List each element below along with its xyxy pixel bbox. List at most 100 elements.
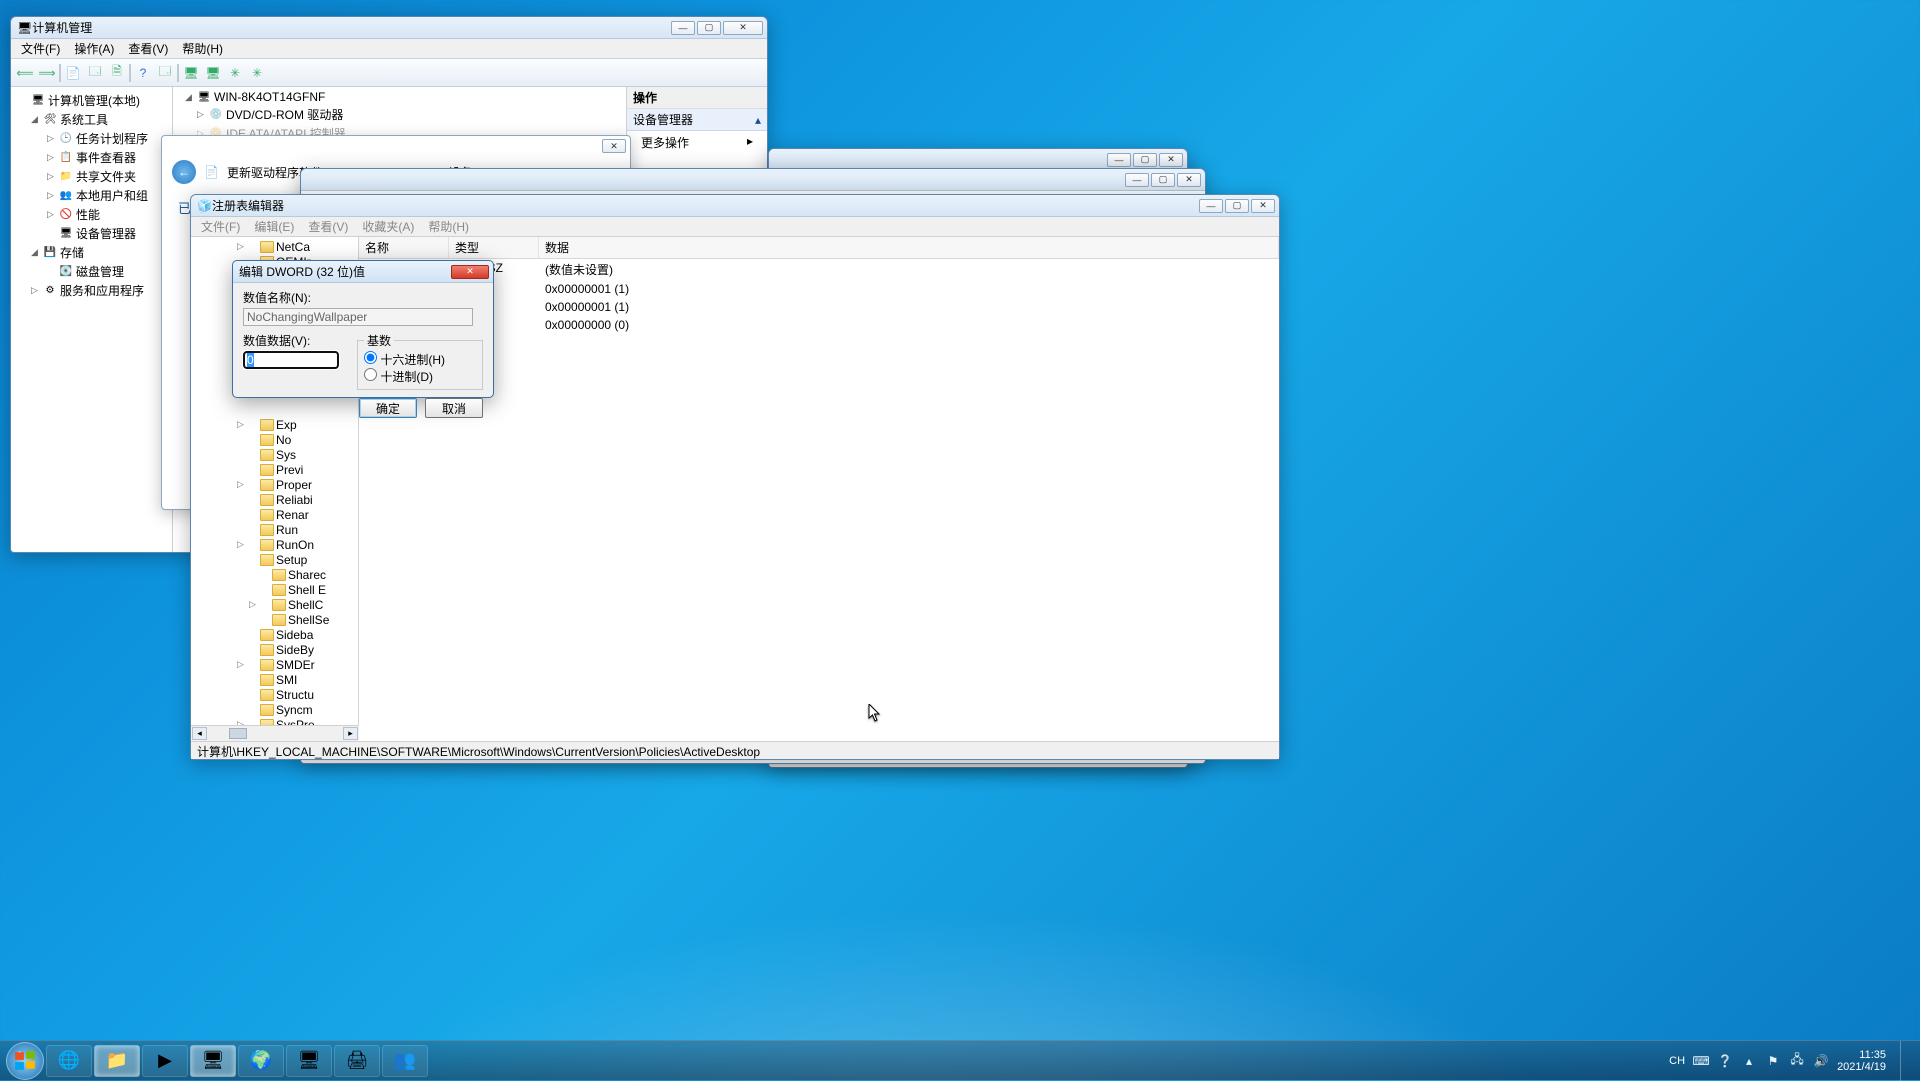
radio-hex[interactable] [364, 351, 377, 364]
scan-icon[interactable]: 🖥 [181, 63, 201, 83]
tree-key[interactable]: Setup [276, 553, 307, 567]
tool-icon[interactable]: ✳ [225, 63, 245, 83]
taskbar-clock[interactable]: 11:35 2021/4/19 [1837, 1049, 1886, 1073]
tree-storage[interactable]: 存储 [60, 244, 84, 261]
maximize-button[interactable]: ▢ [697, 21, 721, 35]
scroll-thumb[interactable] [229, 728, 247, 739]
help-tray-icon[interactable]: ❔ [1717, 1053, 1733, 1069]
back-icon[interactable]: ← [172, 160, 196, 184]
tree-item[interactable]: 设备管理器 [76, 225, 136, 242]
menu-help[interactable]: 帮助(H) [176, 38, 229, 59]
close-button[interactable]: ✕ [1159, 153, 1183, 167]
tree-key[interactable]: Syncm [276, 703, 313, 717]
tree-key[interactable]: No [276, 433, 291, 447]
chevron-up-icon[interactable]: ▴ [1741, 1053, 1757, 1069]
tree-key[interactable]: SideBy [276, 643, 314, 657]
tool-icon[interactable]: 🖥 [203, 63, 223, 83]
menu-fav[interactable]: 收藏夹(A) [356, 216, 420, 237]
tree-key[interactable]: RunOn [276, 538, 314, 552]
tree-key[interactable]: ShellSe [288, 613, 329, 627]
cancel-button[interactable]: 取消 [425, 398, 483, 418]
collapse-icon[interactable]: ▴ [755, 113, 761, 127]
minimize-button[interactable]: — [1199, 199, 1223, 213]
menu-file[interactable]: 文件(F) [195, 216, 246, 237]
lang-indicator[interactable]: CH [1669, 1055, 1685, 1067]
tree-key[interactable]: Renar [276, 508, 309, 522]
regedit-value-list[interactable]: 名称 类型 数据 (默认)REG_SZ(数值未设置)WORD0x00000001… [359, 237, 1279, 741]
network-icon[interactable]: 🖧 [1789, 1053, 1805, 1069]
tree-key[interactable]: SMI [276, 673, 297, 687]
radio-dec[interactable] [364, 368, 377, 381]
tree-key[interactable]: Shell E [288, 583, 326, 597]
taskbar-app[interactable]: 🖨 [334, 1045, 380, 1077]
tree-hscroll[interactable]: ◂ ▸ [191, 725, 359, 741]
compmgmt-tree[interactable]: 🖥计算机管理(本地) ◢🛠系统工具 ▷🕒任务计划程序 ▷📋事件查看器 ▷📁共享文… [11, 87, 173, 552]
actions-section[interactable]: 设备管理器 [633, 111, 693, 128]
close-button[interactable]: ✕ [451, 265, 489, 279]
tree-systools[interactable]: 系统工具 [60, 111, 108, 128]
start-button[interactable] [6, 1042, 44, 1080]
tree-item[interactable]: 共享文件夹 [76, 168, 136, 185]
up-icon[interactable]: 📄 [63, 63, 83, 83]
col-data[interactable]: 数据 [539, 237, 1279, 258]
tree-item[interactable]: 本地用户和组 [76, 187, 148, 204]
tree-key[interactable]: NetCa [276, 240, 310, 254]
keyboard-icon[interactable]: ⌨ [1693, 1053, 1709, 1069]
tree-key[interactable]: Sys [276, 448, 296, 462]
tree-key[interactable]: Structu [276, 688, 314, 702]
taskbar-app[interactable]: 🖥 [190, 1045, 236, 1077]
tree-key[interactable]: ShellC [288, 598, 323, 612]
actions-more[interactable]: 更多操作 [641, 134, 689, 151]
tree-key[interactable]: Previ [276, 463, 303, 477]
menu-view[interactable]: 查看(V) [302, 216, 354, 237]
menu-edit[interactable]: 编辑(E) [248, 216, 300, 237]
taskbar-app[interactable]: 🌍 [238, 1045, 284, 1077]
tree-item[interactable]: 性能 [76, 206, 100, 223]
help-icon[interactable]: ? [133, 63, 153, 83]
scroll-left-icon[interactable]: ◂ [192, 727, 207, 740]
menu-file[interactable]: 文件(F) [15, 38, 66, 59]
taskbar-explorer[interactable]: 📁 [94, 1045, 140, 1077]
ok-button[interactable]: 确定 [359, 398, 417, 418]
tree-key[interactable]: Reliabi [276, 493, 313, 507]
tree-item[interactable]: 磁盘管理 [76, 263, 124, 280]
menu-action[interactable]: 操作(A) [68, 38, 120, 59]
taskbar-app[interactable]: 👥 [382, 1045, 428, 1077]
close-button[interactable]: ✕ [1177, 173, 1201, 187]
minimize-button[interactable]: — [671, 21, 695, 35]
minimize-button[interactable]: — [1125, 173, 1149, 187]
minimize-button[interactable]: — [1107, 153, 1131, 167]
device-dvd[interactable]: DVD/CD-ROM 驱动器 [226, 106, 343, 123]
show-desktop-button[interactable] [1900, 1041, 1910, 1081]
menu-view[interactable]: 查看(V) [122, 38, 174, 59]
close-button[interactable]: ✕ [1251, 199, 1275, 213]
tree-key[interactable]: Sharec [288, 568, 326, 582]
value-name-field[interactable] [243, 308, 473, 326]
view-icon[interactable]: 🗔 [155, 63, 175, 83]
tree-key[interactable]: SMDEr [276, 658, 315, 672]
scroll-right-icon[interactable]: ▸ [343, 727, 358, 740]
col-type[interactable]: 类型 [449, 237, 539, 258]
tree-key[interactable]: Sideba [276, 628, 313, 642]
taskbar-ie[interactable]: 🌐 [46, 1045, 92, 1077]
maximize-button[interactable]: ▢ [1225, 199, 1249, 213]
close-button[interactable]: ✕ [723, 21, 763, 35]
tree-key[interactable]: Run [276, 523, 298, 537]
tree-item[interactable]: 事件查看器 [76, 149, 136, 166]
tree-item[interactable]: 任务计划程序 [76, 130, 148, 147]
nav-back-icon[interactable]: ⟸ [15, 63, 35, 83]
taskbar-media[interactable]: ▶ [142, 1045, 188, 1077]
taskbar-app[interactable]: 🖥 [286, 1045, 332, 1077]
volume-icon[interactable]: 🔊 [1813, 1053, 1829, 1069]
maximize-button[interactable]: ▢ [1151, 173, 1175, 187]
value-data-field[interactable] [243, 351, 339, 369]
nav-fwd-icon[interactable]: ⟹ [37, 63, 57, 83]
maximize-button[interactable]: ▢ [1133, 153, 1157, 167]
tree-services[interactable]: 服务和应用程序 [60, 282, 144, 299]
col-name[interactable]: 名称 [359, 237, 449, 258]
close-button[interactable]: ✕ [602, 139, 626, 153]
device-host[interactable]: WIN-8K4OT14GFNF [214, 90, 325, 104]
props-icon[interactable]: 🗔 [85, 63, 105, 83]
tree-key[interactable]: Proper [276, 478, 312, 492]
tree-root[interactable]: 计算机管理(本地) [48, 92, 140, 109]
